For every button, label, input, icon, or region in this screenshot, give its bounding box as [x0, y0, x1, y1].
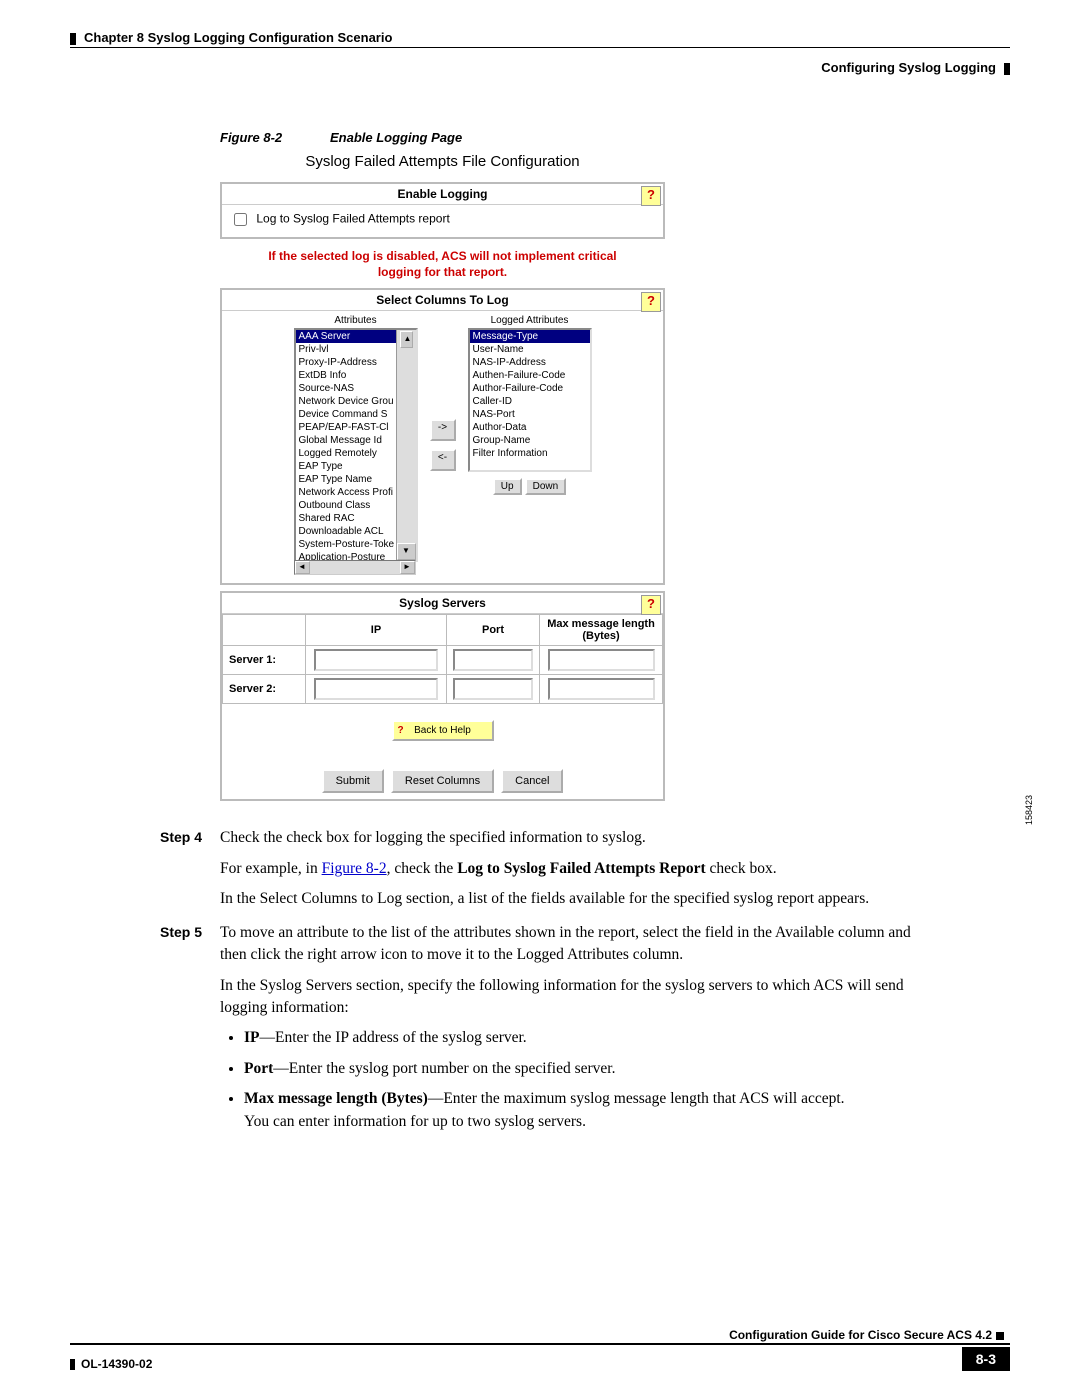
attributes-listbox[interactable]: AAA Server Priv-lvl Proxy-IP-Address Ext…	[294, 328, 418, 562]
checkbox-label: Log to Syslog Failed Attempts report	[256, 212, 449, 226]
header-chapter: Chapter 8 Syslog Logging Configuration S…	[70, 0, 1010, 45]
logged-listbox[interactable]: Message-Type User-Name NAS-IP-Address Au…	[468, 328, 592, 472]
step-5-label: Step 5	[160, 922, 220, 1142]
figure-id: 158423	[1024, 795, 1034, 825]
enable-logging-panel: Enable Logging? Log to Syslog Failed Att…	[220, 182, 665, 239]
help-icon[interactable]: ?	[641, 186, 661, 206]
figure-caption: Figure 8-2Enable Logging Page	[220, 130, 1010, 145]
server2-port-input[interactable]	[453, 678, 533, 700]
attributes-label: Attributes	[294, 315, 418, 326]
cancel-button[interactable]: Cancel	[501, 769, 563, 793]
step-5-text: To move an attribute to the list of the …	[220, 922, 940, 1142]
server1-port-input[interactable]	[453, 649, 533, 671]
step-4-label: Step 4	[160, 827, 220, 918]
server2-max-input[interactable]	[548, 678, 655, 700]
warning-text: If the selected log is disabled, ACS wil…	[220, 245, 665, 288]
figure-xref[interactable]: Figure 8-2	[322, 860, 387, 877]
back-to-help-button[interactable]: ?Back to Help	[392, 720, 494, 741]
header-section: Configuring Syslog Logging	[70, 60, 1010, 75]
up-button[interactable]: Up	[493, 478, 522, 495]
h-scrollbar[interactable]: ◄►	[294, 560, 416, 575]
move-left-button[interactable]: <-	[430, 449, 456, 471]
scrollbar[interactable]: ▲▼	[396, 330, 416, 560]
server1-max-input[interactable]	[548, 649, 655, 671]
syslog-servers-panel: Syslog Servers? IPPortMax message length…	[220, 591, 665, 801]
down-button[interactable]: Down	[525, 478, 567, 495]
help-icon[interactable]: ?	[641, 595, 661, 615]
page-number: 8-3	[962, 1347, 1010, 1371]
logged-label: Logged Attributes	[468, 315, 592, 326]
screenshot-title: Syslog Failed Attempts File Configuratio…	[220, 153, 665, 170]
reset-columns-button[interactable]: Reset Columns	[391, 769, 494, 793]
log-to-syslog-checkbox[interactable]	[234, 213, 247, 226]
server1-ip-input[interactable]	[314, 649, 437, 671]
select-columns-panel: Select Columns To Log? Attributes AAA Se…	[220, 288, 665, 585]
screenshot-figure: Syslog Failed Attempts File Configuratio…	[220, 153, 665, 801]
page-footer: Configuration Guide for Cisco Secure ACS…	[70, 1326, 1010, 1371]
move-right-button[interactable]: ->	[430, 419, 456, 441]
help-icon[interactable]: ?	[641, 292, 661, 312]
step-4-text: Check the check box for logging the spec…	[220, 827, 940, 918]
server2-ip-input[interactable]	[314, 678, 437, 700]
submit-button[interactable]: Submit	[322, 769, 384, 793]
